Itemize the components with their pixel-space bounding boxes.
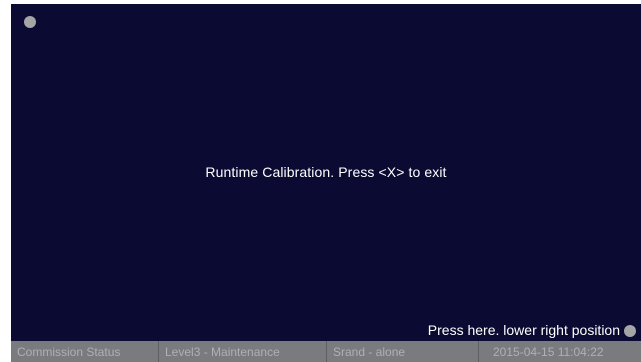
commission-status: Commission Status: [11, 341, 159, 362]
calibration-target-top-left-icon[interactable]: [24, 16, 36, 28]
operation-mode: Srand - alone: [327, 341, 479, 362]
calibration-screen[interactable]: Runtime Calibration. Press <X> to exit P…: [11, 4, 641, 341]
calibration-message: Runtime Calibration. Press <X> to exit: [205, 164, 447, 180]
access-level: Level3 - Maintenance: [159, 341, 327, 362]
status-bar: Commission Status Level3 - Maintenance S…: [11, 341, 641, 362]
date-time: 2015-04-15 11:04:22: [493, 344, 604, 359]
calibration-target-bottom-right-icon[interactable]: [624, 325, 636, 337]
lower-right-prompt[interactable]: Press here. lower right position: [428, 322, 620, 338]
